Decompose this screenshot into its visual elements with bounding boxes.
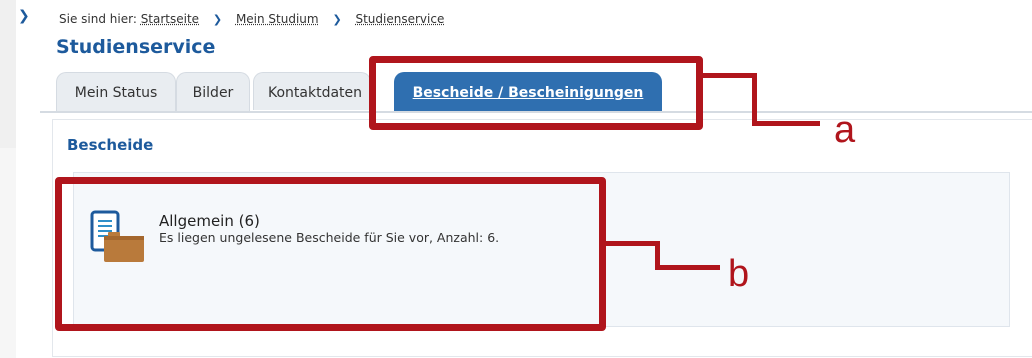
annotation-line-b — [655, 265, 720, 270]
page-title: Studienservice — [56, 36, 216, 58]
left-sidebar-strip — [0, 0, 16, 148]
chevron-right-icon: ❯ — [212, 13, 223, 26]
annotation-line-a — [752, 121, 820, 126]
breadcrumb-link-startseite[interactable]: Startseite — [141, 12, 199, 26]
breadcrumb-prefix: Sie sind hier: — [59, 12, 137, 26]
breadcrumb-link-studienservice[interactable]: Studienservice — [355, 12, 444, 26]
annotation-box-a — [369, 56, 703, 130]
chevron-right-icon: ❯ — [332, 13, 342, 26]
breadcrumb: Sie sind hier: Startseite ❯ Mein Studium… — [59, 12, 444, 26]
left-sidebar-strip-lower — [0, 148, 16, 358]
annotation-label-b: b — [728, 253, 750, 295]
tab-mein-status[interactable]: Mein Status — [56, 72, 176, 111]
tab-bilder[interactable]: Bilder — [176, 72, 250, 111]
annotation-line-a — [703, 73, 755, 78]
annotation-label-a: a — [834, 109, 856, 151]
annotation-box-b — [55, 177, 606, 331]
annotation-line-b — [606, 241, 658, 246]
section-title: Bescheide — [67, 136, 154, 154]
tab-kontaktdaten[interactable]: Kontaktdaten — [253, 72, 371, 110]
expand-sidebar-icon[interactable]: ❯ — [18, 8, 30, 24]
breadcrumb-link-mein-studium[interactable]: Mein Studium — [236, 12, 319, 26]
annotation-line-a — [752, 73, 757, 125]
